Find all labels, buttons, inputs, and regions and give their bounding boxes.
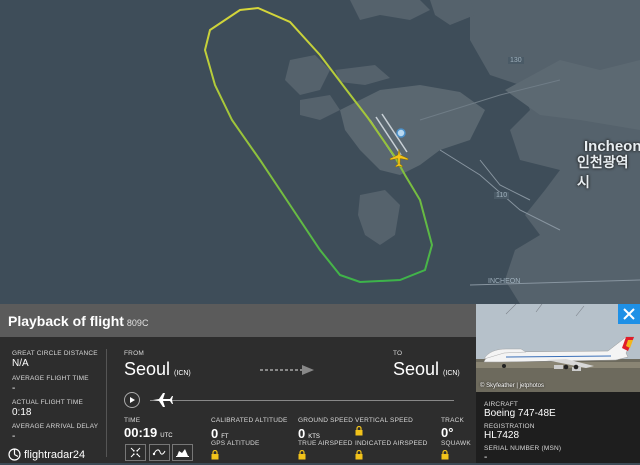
playback-panel: Playback of flight 809C GREAT CIRCLE DIST… — [0, 304, 640, 463]
aircraft-marker-icon[interactable] — [389, 148, 409, 168]
graph-icon — [176, 449, 189, 457]
radar-icon — [8, 448, 21, 461]
follow-route-button[interactable] — [149, 444, 170, 461]
cal-alt-label: CALIBRATED ALTITUDE — [211, 417, 288, 424]
gps-alt-label: GPS ALTITUDE — [211, 440, 260, 447]
from-city: Seoul — [124, 359, 171, 379]
lock-icon[interactable] — [211, 450, 219, 460]
aircraft-value[interactable]: Boeing 747-48E — [484, 408, 556, 419]
registration-value[interactable]: HL7428 — [484, 430, 519, 441]
playback-track[interactable] — [150, 400, 454, 401]
flight-map[interactable]: Incheon 인천광역시 INCHEON 110 130 — [0, 0, 640, 304]
aircraft-photo-image — [476, 304, 640, 392]
vertical-speed-label: VERTICAL SPEED — [355, 417, 414, 424]
registration-label: REGISTRATION — [484, 423, 535, 430]
aircraft-label: AIRCRAFT — [484, 401, 519, 408]
lock-icon[interactable] — [298, 450, 306, 460]
play-icon — [130, 397, 135, 403]
ground-speed-value: 0 — [298, 426, 306, 441]
time-readout: 00:19 UTC — [124, 424, 173, 442]
fit-view-button[interactable] — [125, 444, 146, 461]
lock-icon[interactable] — [441, 450, 449, 460]
photo-credit: © Skyfeather | jetphotos — [480, 383, 545, 389]
map-road-label: INCHEON — [488, 278, 521, 285]
avg-arrival-delay-label: AVERAGE ARRIVAL DELAY — [12, 423, 99, 430]
serial-value: - — [484, 452, 488, 463]
to-city: Seoul — [393, 359, 440, 379]
route-icon — [152, 449, 166, 456]
great-circle-value: N/A — [12, 358, 29, 369]
time-label: TIME — [124, 417, 141, 424]
avg-arrival-delay-value: - — [12, 431, 16, 442]
avg-flight-time-label: AVERAGE FLIGHT TIME — [12, 375, 89, 382]
avg-flight-time-value: - — [12, 383, 16, 394]
ground-speed-label: GROUND SPEED — [298, 417, 354, 424]
play-button[interactable] — [124, 392, 140, 408]
collapse-arrows-icon — [130, 447, 141, 458]
lock-icon[interactable] — [355, 426, 363, 436]
panel-title: Playback of flight 809C — [8, 313, 148, 329]
to-airport[interactable]: Seoul (ICN) — [393, 359, 460, 380]
track-value: 0° — [441, 425, 454, 440]
road-badge: 130 — [508, 57, 524, 64]
route-arrow-icon — [260, 365, 314, 375]
close-icon — [623, 308, 635, 320]
from-label: FROM — [124, 350, 144, 357]
playback-scrubber-icon[interactable] — [152, 391, 174, 409]
logo-text: flightradar24 — [24, 448, 86, 461]
altitude-graph-button[interactable] — [172, 444, 193, 461]
actual-flight-time-value: 0:18 — [12, 407, 32, 418]
flight-info: GREAT CIRCLE DISTANCE N/A AVERAGE FLIGHT… — [0, 337, 476, 463]
map-canvas — [0, 0, 640, 304]
serial-label: SERIAL NUMBER (MSN) — [484, 445, 562, 452]
indicated-airspeed-label: INDICATED AIRSPEED — [355, 440, 428, 447]
city-label-ko: 인천광역시 — [577, 154, 629, 190]
time-unit: UTC — [160, 433, 173, 439]
panel-title-text: Playback of flight — [8, 313, 124, 329]
close-button[interactable] — [618, 304, 640, 324]
from-airport[interactable]: Seoul (ICN) — [124, 359, 191, 380]
track-label: TRACK — [441, 417, 465, 424]
from-code: (ICN) — [174, 370, 191, 377]
fr24-logo[interactable]: flightradar24 — [8, 448, 85, 461]
road-badge: 110 — [494, 192, 510, 199]
aircraft-panel: © Skyfeather | jetphotos AIRCRAFT Boeing… — [476, 304, 640, 463]
great-circle-label: GREAT CIRCLE DISTANCE — [12, 350, 98, 357]
flight-number: 809C — [126, 318, 149, 328]
true-airspeed-label: TRUE AIRSPEED — [298, 440, 353, 447]
divider — [106, 349, 107, 457]
lock-icon[interactable] — [355, 450, 363, 460]
actual-flight-time-label: ACTUAL FLIGHT TIME — [12, 399, 84, 406]
panel-header: Playback of flight 809C — [0, 304, 476, 337]
cal-alt-value: 0 — [211, 426, 219, 441]
aircraft-photo[interactable]: © Skyfeather | jetphotos — [476, 304, 640, 392]
squawk-label: SQUAWK — [441, 440, 471, 447]
to-label: TO — [393, 350, 403, 357]
to-code: (ICN) — [443, 370, 460, 377]
time-value: 00:19 — [124, 425, 158, 440]
